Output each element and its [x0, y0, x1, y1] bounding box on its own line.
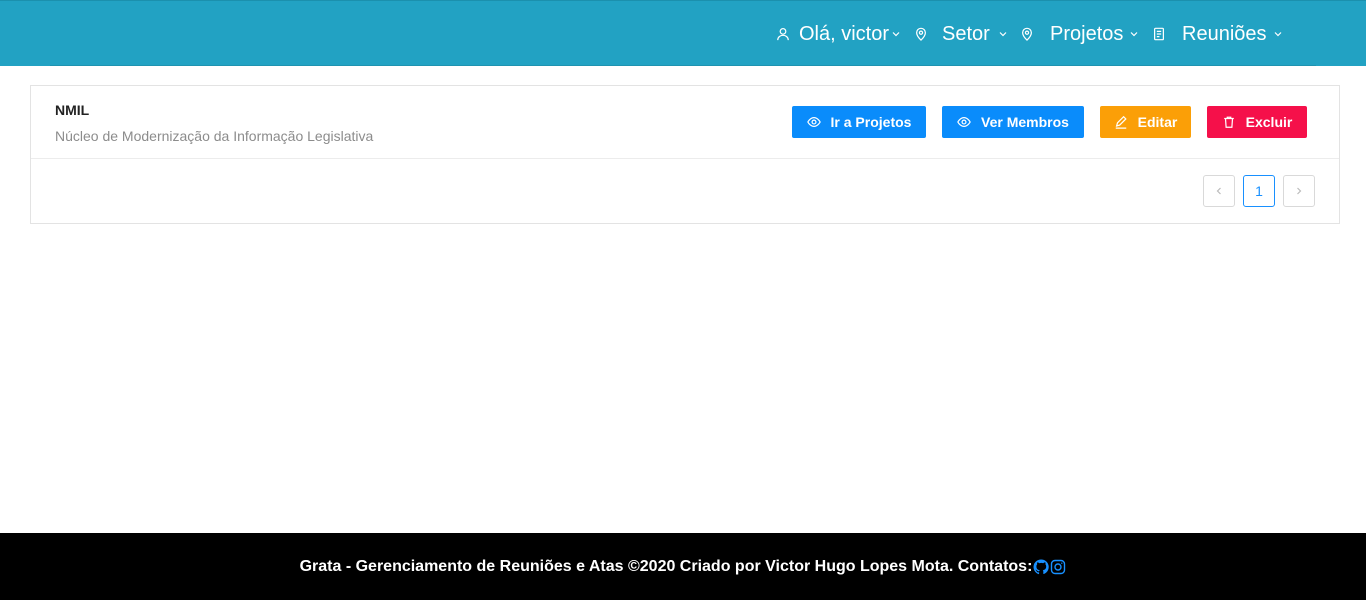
location-icon — [1020, 27, 1034, 41]
user-icon — [776, 27, 790, 41]
sector-card: NMIL Núcleo de Modernização da Informaçã… — [30, 85, 1340, 224]
chevron-right-icon — [1297, 187, 1302, 195]
sector-name: NMIL — [55, 102, 90, 118]
go-to-projects-label: Ir a Projetos — [830, 114, 912, 130]
pagination-prev-button[interactable] — [1203, 175, 1235, 207]
delete-button[interactable]: Excluir — [1207, 106, 1307, 138]
view-members-button[interactable]: Ver Membros — [942, 106, 1084, 138]
chevron-left-icon — [1216, 187, 1221, 195]
top-navbar: Olá, victor Setor Projetos Reuniões — [0, 0, 1366, 66]
nav-projetos-menu[interactable]: Projetos — [1020, 1, 1139, 67]
nav-setor-label: Setor — [942, 22, 990, 45]
eye-icon — [806, 117, 821, 127]
edit-label: Editar — [1137, 114, 1178, 130]
trash-icon — [1223, 116, 1234, 128]
chevron-down-icon — [1273, 29, 1283, 39]
nav-user-menu[interactable]: Olá, victor — [776, 1, 901, 67]
pagination-page-1[interactable]: 1 — [1243, 175, 1275, 207]
instagram-icon[interactable] — [1050, 559, 1066, 575]
chevron-down-icon — [1129, 29, 1139, 39]
header-divider — [50, 65, 1316, 66]
eye-icon — [957, 117, 971, 127]
nav-projetos-label: Projetos — [1050, 22, 1124, 45]
view-members-label: Ver Membros — [981, 114, 1069, 130]
sector-list-item: NMIL Núcleo de Modernização da Informaçã… — [31, 86, 1339, 159]
nav-user-label: Olá, victor — [799, 22, 890, 45]
nav-reunioes-label: Reuniões — [1182, 22, 1267, 45]
footer-text: Grata - Gerenciamento de Reuniões e Atas… — [299, 557, 1033, 575]
edit-button[interactable]: Editar — [1100, 106, 1191, 138]
nav-setor-menu[interactable]: Setor — [914, 1, 1008, 67]
pagination-next-button[interactable] — [1283, 175, 1315, 207]
github-icon[interactable] — [1033, 558, 1050, 575]
delete-label: Excluir — [1245, 114, 1293, 130]
sector-description: Núcleo de Modernização da Informação Leg… — [55, 128, 374, 144]
location-icon — [914, 27, 928, 41]
go-to-projects-button[interactable]: Ir a Projetos — [792, 106, 926, 138]
nav-reunioes-menu[interactable]: Reuniões — [1152, 1, 1283, 67]
pencil-icon — [1115, 115, 1127, 129]
document-icon — [1152, 27, 1166, 41]
chevron-down-icon — [998, 29, 1008, 39]
chevron-down-icon — [891, 29, 901, 39]
page-footer: Grata - Gerenciamento de Reuniões e Atas… — [0, 533, 1366, 600]
